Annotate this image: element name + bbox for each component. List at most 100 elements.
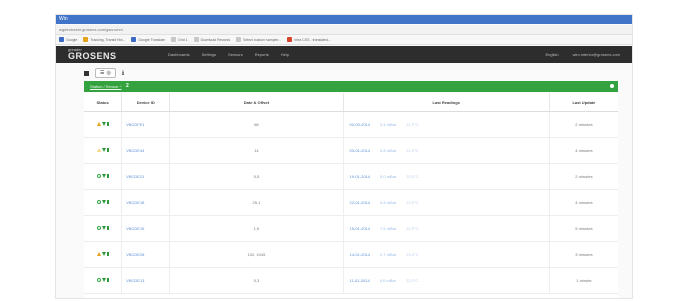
- col-last-update[interactable]: Last Update: [549, 93, 618, 112]
- table-row[interactable]: VBCDE15 1,9 15-01-2014 7.6 mBar 22.0°C 9 minu…: [84, 215, 618, 242]
- device-id-link[interactable]: VBCDE21: [121, 163, 171, 190]
- device-id-link[interactable]: VBCDE15: [121, 215, 171, 242]
- reading-value-2: 23.0°C: [406, 252, 419, 257]
- bookmark-item[interactable]: Intra CSS - translated...: [287, 37, 331, 42]
- bookmark-icon: [236, 37, 242, 42]
- signal-icon: [101, 122, 106, 126]
- ok-status-icon: [96, 278, 101, 282]
- user-menu[interactable]: wim.interior@grosens.com: [573, 52, 620, 57]
- list-icon[interactable]: ☰: [100, 70, 104, 76]
- view-toggle-group[interactable]: ☰ ◎: [95, 68, 116, 78]
- table-row[interactable]: VBCDE13 5,3 11-01-2014 0.0 mBar 22.0°C 1 minu…: [84, 267, 618, 294]
- status-cell: [84, 189, 123, 216]
- bookmark-label: Google: [66, 37, 78, 42]
- bookmark-item[interactable]: Grid 1: [171, 37, 188, 42]
- bookmark-icon: [171, 37, 177, 42]
- ok-status-icon: [96, 200, 101, 204]
- device-id-link[interactable]: VBCDFE1: [121, 111, 171, 138]
- info-icon[interactable]: ℹ: [122, 70, 124, 77]
- nav-item[interactable]: Dashboards: [168, 52, 190, 57]
- bookmarks-bar: Google Tracking, Transit Hot... Google Tra…: [56, 35, 632, 45]
- language-menu[interactable]: English: [545, 52, 558, 57]
- device-id-link[interactable]: VBCDE44: [121, 137, 171, 164]
- battery-icon: [106, 148, 109, 152]
- nav-item[interactable]: Reports: [255, 52, 269, 57]
- user-nav: English wim.interior@grosens.com: [545, 52, 620, 57]
- signal-icon: [101, 278, 106, 282]
- signal-icon: [101, 148, 106, 152]
- offset-cell: 5,5: [169, 163, 344, 190]
- device-id-link[interactable]: VBCDE28: [121, 241, 171, 268]
- reading-date[interactable]: 14-01-2014: [350, 252, 370, 257]
- reading-date[interactable]: 02-03-2014: [350, 122, 370, 127]
- table-row[interactable]: VBCDE44 14 03-01-2014 0.8 mBar 21.0°C 4 minut…: [84, 137, 618, 164]
- nav-item[interactable]: Sensors: [228, 52, 243, 57]
- offset-cell: 5,3: [169, 267, 344, 294]
- bookmark-icon: [193, 37, 199, 42]
- bookmark-icon: [131, 37, 137, 42]
- signal-icon: [101, 252, 106, 256]
- nav-item[interactable]: Help: [281, 52, 289, 57]
- table-row[interactable]: VBCDFE1 68 02-03-2014 3.4 mBar 21.0°C 2 minut…: [84, 111, 618, 138]
- reading-value: 0.0 mBar: [379, 278, 396, 283]
- signal-icon: [101, 226, 106, 230]
- device-table: Status Device ID Date & Offset Last Read…: [84, 93, 618, 294]
- bookmark-item[interactable]: Tracking, Transit Hot...: [83, 37, 125, 42]
- bookmark-item[interactable]: Google: [59, 37, 77, 42]
- reading-value-2: 21.0°C: [406, 148, 419, 153]
- group-header: Station / Sensor ^ 2: [84, 81, 618, 92]
- status-cell: [84, 137, 123, 164]
- status-cell: [84, 163, 123, 190]
- table-row[interactable]: VBCDE28 102, 1045 14-01-2014 2.7 mBar 23.0°C…: [84, 241, 618, 268]
- reading-date[interactable]: 03-01-2014: [350, 148, 370, 153]
- col-offset[interactable]: Date & Offset: [169, 93, 344, 112]
- device-id-link[interactable]: VBCDE18: [121, 189, 171, 216]
- main-nav: Dashboards Settings Sensors Reports Help: [168, 52, 289, 57]
- reading-date[interactable]: 19-01-2014: [350, 174, 370, 179]
- device-id-link[interactable]: VBCDE13: [121, 267, 171, 294]
- last-update-cell: 2 minutes: [549, 163, 618, 190]
- offset-cell: 14: [169, 137, 344, 164]
- nav-item[interactable]: Settings: [202, 52, 216, 57]
- last-update-cell: 1 minute: [549, 267, 618, 294]
- bookmark-item[interactable]: Select custom sampler...: [236, 37, 281, 42]
- view-toolbar: ☰ ◎ ℹ: [84, 68, 124, 78]
- collapse-icon[interactable]: [610, 84, 614, 88]
- last-readings-cell: 11-01-2014 0.0 mBar 22.0°C: [343, 267, 550, 294]
- device-table-wrap: Status Device ID Date & Offset Last Read…: [84, 93, 618, 298]
- bookmark-item[interactable]: Download Records: [193, 37, 230, 42]
- reading-value: 2.7 mBar: [380, 252, 397, 257]
- logo[interactable]: greader GROSENS: [68, 48, 117, 61]
- address-bar[interactable]: wgdevicesbr.grosens.com/gsw.smm: [56, 25, 632, 35]
- battery-icon: [106, 122, 109, 126]
- status-cell: [84, 267, 123, 294]
- url-text[interactable]: wgdevicesbr.grosens.com/gsw.smm: [59, 27, 123, 32]
- logo-line2: GROSENS: [68, 51, 117, 61]
- status-cell: [84, 111, 123, 138]
- last-readings-cell: 15-01-2014 7.6 mBar 22.0°C: [343, 215, 550, 242]
- reading-date[interactable]: 11-01-2014: [350, 278, 370, 283]
- map-icon[interactable]: ◎: [106, 70, 110, 76]
- col-device-id[interactable]: Device ID: [121, 93, 171, 112]
- group-title-link[interactable]: Station / Sensor ^: [90, 84, 121, 89]
- grid-view-icon[interactable]: [84, 70, 89, 76]
- signal-icon: [101, 200, 106, 204]
- reading-value: 3.4 mBar: [380, 122, 397, 127]
- warning-icon: [96, 252, 101, 256]
- table-row[interactable]: VBCDE18 25,1 22-01-2014 0.8 mBar 22.0°C 4 min…: [84, 189, 618, 216]
- col-status[interactable]: Status: [84, 93, 123, 112]
- ok-status-icon: [96, 174, 101, 178]
- offset-cell: 68: [169, 111, 344, 138]
- last-readings-cell: 22-01-2014 0.8 mBar 22.0°C: [343, 189, 550, 216]
- bookmark-item[interactable]: Google Translate: [131, 37, 165, 42]
- last-readings-cell: 02-03-2014 3.4 mBar 21.0°C: [343, 111, 550, 138]
- reading-value: 0.0 mBar: [380, 174, 397, 179]
- window-title: Win: [59, 16, 68, 22]
- reading-date[interactable]: 15-01-2014: [350, 226, 370, 231]
- col-last-readings[interactable]: Last Readings: [343, 93, 550, 112]
- reading-date[interactable]: 22-01-2014: [350, 200, 370, 205]
- table-row[interactable]: VBCDE21 5,5 19-01-2014 0.0 mBar 22.0°C 2 minu…: [84, 163, 618, 190]
- battery-icon: [106, 200, 109, 204]
- offset-cell: 1,9: [169, 215, 344, 242]
- warning-icon: [96, 122, 101, 126]
